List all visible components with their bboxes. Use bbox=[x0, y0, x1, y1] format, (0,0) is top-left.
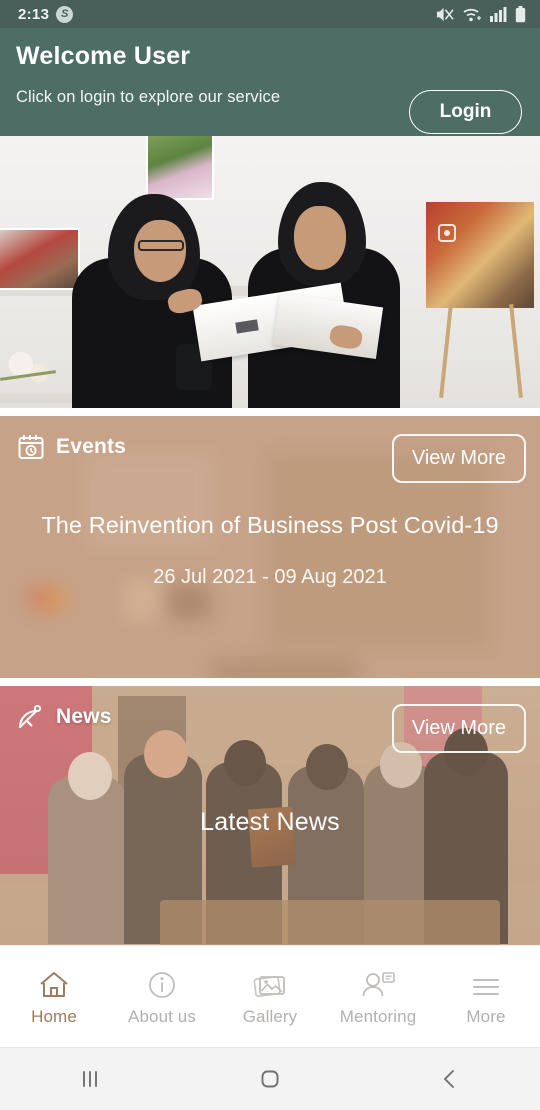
events-section-label: Events bbox=[56, 435, 127, 458]
battery-icon bbox=[515, 5, 526, 23]
event-date-range: 26 Jul 2021 - 09 Aug 2021 bbox=[153, 566, 387, 588]
menu-icon bbox=[469, 967, 503, 1001]
tab-mentoring[interactable]: Mentoring bbox=[324, 946, 432, 1047]
status-bar: 2:13 S bbox=[0, 0, 540, 28]
back-icon[interactable] bbox=[405, 1048, 495, 1110]
home-button-icon[interactable] bbox=[225, 1048, 315, 1110]
hero-banner[interactable] bbox=[0, 136, 540, 408]
status-time: 2:13 bbox=[18, 5, 50, 23]
bottom-navigation: Home About us Gallery Mentoring More bbox=[0, 945, 540, 1047]
status-bar-left: 2:13 S bbox=[18, 5, 74, 23]
calendar-icon bbox=[16, 432, 46, 462]
tab-gallery[interactable]: Gallery bbox=[216, 946, 324, 1047]
tab-mentoring-label: Mentoring bbox=[339, 1006, 417, 1026]
event-title: The Reinvention of Business Post Covid-1… bbox=[41, 512, 499, 538]
watermark-icon bbox=[438, 224, 456, 242]
mentoring-icon bbox=[360, 967, 396, 1001]
status-bar-right bbox=[435, 5, 526, 23]
tab-gallery-label: Gallery bbox=[242, 1006, 298, 1026]
app-screen: 2:13 S Welcome User Click on login to ex… bbox=[0, 0, 540, 1110]
section-divider bbox=[0, 408, 540, 416]
news-view-more-button[interactable]: View More bbox=[391, 704, 526, 753]
recents-icon[interactable] bbox=[45, 1048, 135, 1110]
satellite-dish-icon bbox=[16, 702, 46, 732]
app-header: Welcome User Click on login to explore o… bbox=[0, 28, 540, 136]
hero-image bbox=[0, 136, 540, 408]
tab-about-us-label: About us bbox=[128, 1006, 196, 1026]
gallery-icon bbox=[252, 967, 288, 1001]
home-icon bbox=[37, 967, 71, 1001]
signal-icon bbox=[490, 6, 507, 22]
events-view-more-button[interactable]: View More bbox=[391, 434, 526, 483]
skype-notification-icon: S bbox=[56, 5, 74, 23]
news-section-label: News bbox=[56, 705, 112, 728]
login-button[interactable]: Login bbox=[409, 90, 522, 134]
tab-about-us[interactable]: About us bbox=[108, 946, 216, 1047]
info-icon bbox=[145, 967, 179, 1001]
mute-icon bbox=[435, 6, 454, 23]
tab-more[interactable]: More bbox=[432, 946, 540, 1047]
system-navigation-bar bbox=[0, 1047, 540, 1110]
tab-home[interactable]: Home bbox=[0, 946, 108, 1047]
tab-home-label: Home bbox=[31, 1006, 77, 1026]
section-divider-2 bbox=[0, 678, 540, 686]
news-section[interactable]: News View More Latest News bbox=[0, 686, 540, 952]
news-title: Latest News bbox=[200, 808, 340, 836]
wifi-icon bbox=[462, 6, 482, 23]
welcome-title: Welcome User bbox=[16, 42, 191, 70]
tab-more-label: More bbox=[466, 1006, 506, 1026]
events-section[interactable]: Events View More The Reinvention of Busi… bbox=[0, 416, 540, 678]
